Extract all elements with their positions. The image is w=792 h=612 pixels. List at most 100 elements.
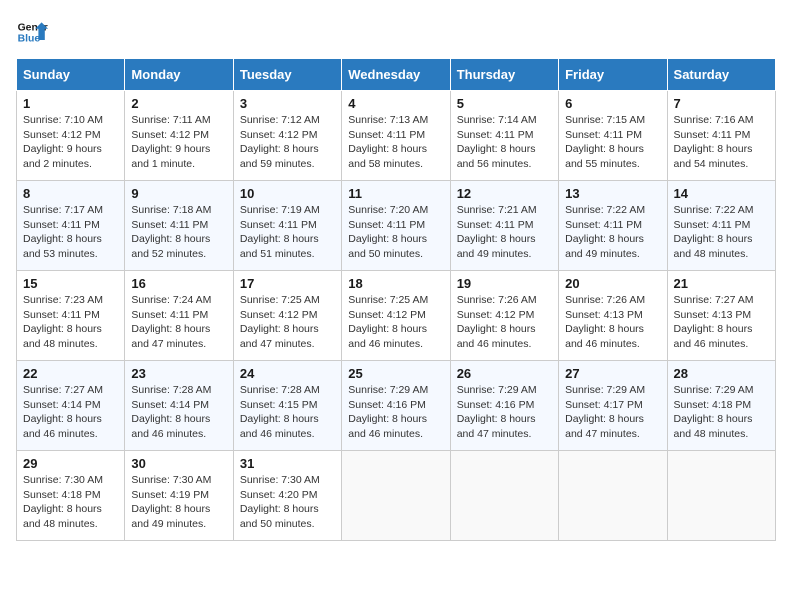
logo: General Blue: [16, 16, 48, 48]
calendar-cell: 3 Sunrise: 7:12 AMSunset: 4:12 PMDayligh…: [233, 91, 341, 181]
cell-info: Sunrise: 7:25 AMSunset: 4:12 PMDaylight:…: [348, 294, 428, 350]
day-header-friday: Friday: [559, 59, 667, 91]
cell-info: Sunrise: 7:11 AMSunset: 4:12 PMDaylight:…: [131, 114, 210, 170]
day-number: 19: [457, 276, 552, 291]
calendar-table: SundayMondayTuesdayWednesdayThursdayFrid…: [16, 58, 776, 541]
cell-info: Sunrise: 7:14 AMSunset: 4:11 PMDaylight:…: [457, 114, 537, 170]
calendar-cell: 16 Sunrise: 7:24 AMSunset: 4:11 PMDaylig…: [125, 271, 233, 361]
calendar-cell: 23 Sunrise: 7:28 AMSunset: 4:14 PMDaylig…: [125, 361, 233, 451]
cell-info: Sunrise: 7:22 AMSunset: 4:11 PMDaylight:…: [674, 204, 754, 260]
calendar-cell: 17 Sunrise: 7:25 AMSunset: 4:12 PMDaylig…: [233, 271, 341, 361]
day-number: 10: [240, 186, 335, 201]
calendar-cell: 14 Sunrise: 7:22 AMSunset: 4:11 PMDaylig…: [667, 181, 775, 271]
cell-info: Sunrise: 7:10 AMSunset: 4:12 PMDaylight:…: [23, 114, 103, 170]
day-header-monday: Monday: [125, 59, 233, 91]
calendar-cell: 25 Sunrise: 7:29 AMSunset: 4:16 PMDaylig…: [342, 361, 450, 451]
day-number: 30: [131, 456, 226, 471]
day-header-sunday: Sunday: [17, 59, 125, 91]
calendar-cell: 28 Sunrise: 7:29 AMSunset: 4:18 PMDaylig…: [667, 361, 775, 451]
day-number: 5: [457, 96, 552, 111]
cell-info: Sunrise: 7:29 AMSunset: 4:16 PMDaylight:…: [348, 384, 428, 440]
calendar-cell: 7 Sunrise: 7:16 AMSunset: 4:11 PMDayligh…: [667, 91, 775, 181]
calendar-cell: 10 Sunrise: 7:19 AMSunset: 4:11 PMDaylig…: [233, 181, 341, 271]
cell-info: Sunrise: 7:21 AMSunset: 4:11 PMDaylight:…: [457, 204, 537, 260]
cell-info: Sunrise: 7:28 AMSunset: 4:14 PMDaylight:…: [131, 384, 211, 440]
calendar-cell: [450, 451, 558, 541]
day-number: 1: [23, 96, 118, 111]
calendar-cell: 21 Sunrise: 7:27 AMSunset: 4:13 PMDaylig…: [667, 271, 775, 361]
cell-info: Sunrise: 7:26 AMSunset: 4:13 PMDaylight:…: [565, 294, 645, 350]
day-header-thursday: Thursday: [450, 59, 558, 91]
day-number: 31: [240, 456, 335, 471]
day-number: 18: [348, 276, 443, 291]
cell-info: Sunrise: 7:19 AMSunset: 4:11 PMDaylight:…: [240, 204, 320, 260]
calendar-cell: 31 Sunrise: 7:30 AMSunset: 4:20 PMDaylig…: [233, 451, 341, 541]
day-number: 27: [565, 366, 660, 381]
day-number: 2: [131, 96, 226, 111]
calendar-cell: [342, 451, 450, 541]
calendar-cell: 12 Sunrise: 7:21 AMSunset: 4:11 PMDaylig…: [450, 181, 558, 271]
calendar-cell: 22 Sunrise: 7:27 AMSunset: 4:14 PMDaylig…: [17, 361, 125, 451]
calendar-cell: 5 Sunrise: 7:14 AMSunset: 4:11 PMDayligh…: [450, 91, 558, 181]
cell-info: Sunrise: 7:29 AMSunset: 4:18 PMDaylight:…: [674, 384, 754, 440]
day-number: 25: [348, 366, 443, 381]
cell-info: Sunrise: 7:29 AMSunset: 4:17 PMDaylight:…: [565, 384, 645, 440]
calendar-cell: [667, 451, 775, 541]
cell-info: Sunrise: 7:28 AMSunset: 4:15 PMDaylight:…: [240, 384, 320, 440]
day-number: 23: [131, 366, 226, 381]
calendar-cell: 8 Sunrise: 7:17 AMSunset: 4:11 PMDayligh…: [17, 181, 125, 271]
cell-info: Sunrise: 7:13 AMSunset: 4:11 PMDaylight:…: [348, 114, 428, 170]
calendar-cell: 20 Sunrise: 7:26 AMSunset: 4:13 PMDaylig…: [559, 271, 667, 361]
logo-icon: General Blue: [16, 16, 48, 48]
day-number: 11: [348, 186, 443, 201]
day-number: 21: [674, 276, 769, 291]
day-number: 28: [674, 366, 769, 381]
cell-info: Sunrise: 7:27 AMSunset: 4:14 PMDaylight:…: [23, 384, 103, 440]
day-number: 26: [457, 366, 552, 381]
calendar-cell: 2 Sunrise: 7:11 AMSunset: 4:12 PMDayligh…: [125, 91, 233, 181]
calendar-cell: 15 Sunrise: 7:23 AMSunset: 4:11 PMDaylig…: [17, 271, 125, 361]
cell-info: Sunrise: 7:30 AMSunset: 4:18 PMDaylight:…: [23, 474, 103, 530]
calendar-cell: 11 Sunrise: 7:20 AMSunset: 4:11 PMDaylig…: [342, 181, 450, 271]
calendar-cell: 6 Sunrise: 7:15 AMSunset: 4:11 PMDayligh…: [559, 91, 667, 181]
calendar-cell: 13 Sunrise: 7:22 AMSunset: 4:11 PMDaylig…: [559, 181, 667, 271]
header-row: SundayMondayTuesdayWednesdayThursdayFrid…: [17, 59, 776, 91]
week-row-3: 15 Sunrise: 7:23 AMSunset: 4:11 PMDaylig…: [17, 271, 776, 361]
cell-info: Sunrise: 7:26 AMSunset: 4:12 PMDaylight:…: [457, 294, 537, 350]
calendar-cell: 27 Sunrise: 7:29 AMSunset: 4:17 PMDaylig…: [559, 361, 667, 451]
day-header-saturday: Saturday: [667, 59, 775, 91]
day-number: 17: [240, 276, 335, 291]
day-number: 9: [131, 186, 226, 201]
day-number: 13: [565, 186, 660, 201]
cell-info: Sunrise: 7:30 AMSunset: 4:20 PMDaylight:…: [240, 474, 320, 530]
calendar-cell: 29 Sunrise: 7:30 AMSunset: 4:18 PMDaylig…: [17, 451, 125, 541]
calendar-cell: 19 Sunrise: 7:26 AMSunset: 4:12 PMDaylig…: [450, 271, 558, 361]
day-header-wednesday: Wednesday: [342, 59, 450, 91]
cell-info: Sunrise: 7:16 AMSunset: 4:11 PMDaylight:…: [674, 114, 754, 170]
day-header-tuesday: Tuesday: [233, 59, 341, 91]
svg-text:Blue: Blue: [18, 34, 41, 45]
cell-info: Sunrise: 7:15 AMSunset: 4:11 PMDaylight:…: [565, 114, 645, 170]
week-row-5: 29 Sunrise: 7:30 AMSunset: 4:18 PMDaylig…: [17, 451, 776, 541]
cell-info: Sunrise: 7:27 AMSunset: 4:13 PMDaylight:…: [674, 294, 754, 350]
calendar-cell: 4 Sunrise: 7:13 AMSunset: 4:11 PMDayligh…: [342, 91, 450, 181]
calendar-cell: 24 Sunrise: 7:28 AMSunset: 4:15 PMDaylig…: [233, 361, 341, 451]
cell-info: Sunrise: 7:12 AMSunset: 4:12 PMDaylight:…: [240, 114, 320, 170]
day-number: 12: [457, 186, 552, 201]
week-row-1: 1 Sunrise: 7:10 AMSunset: 4:12 PMDayligh…: [17, 91, 776, 181]
header: General Blue: [16, 16, 776, 48]
calendar-cell: 18 Sunrise: 7:25 AMSunset: 4:12 PMDaylig…: [342, 271, 450, 361]
cell-info: Sunrise: 7:18 AMSunset: 4:11 PMDaylight:…: [131, 204, 211, 260]
cell-info: Sunrise: 7:24 AMSunset: 4:11 PMDaylight:…: [131, 294, 211, 350]
cell-info: Sunrise: 7:17 AMSunset: 4:11 PMDaylight:…: [23, 204, 103, 260]
cell-info: Sunrise: 7:29 AMSunset: 4:16 PMDaylight:…: [457, 384, 537, 440]
day-number: 14: [674, 186, 769, 201]
week-row-4: 22 Sunrise: 7:27 AMSunset: 4:14 PMDaylig…: [17, 361, 776, 451]
day-number: 22: [23, 366, 118, 381]
day-number: 29: [23, 456, 118, 471]
day-number: 6: [565, 96, 660, 111]
cell-info: Sunrise: 7:20 AMSunset: 4:11 PMDaylight:…: [348, 204, 428, 260]
cell-info: Sunrise: 7:30 AMSunset: 4:19 PMDaylight:…: [131, 474, 211, 530]
calendar-cell: 30 Sunrise: 7:30 AMSunset: 4:19 PMDaylig…: [125, 451, 233, 541]
calendar-cell: [559, 451, 667, 541]
